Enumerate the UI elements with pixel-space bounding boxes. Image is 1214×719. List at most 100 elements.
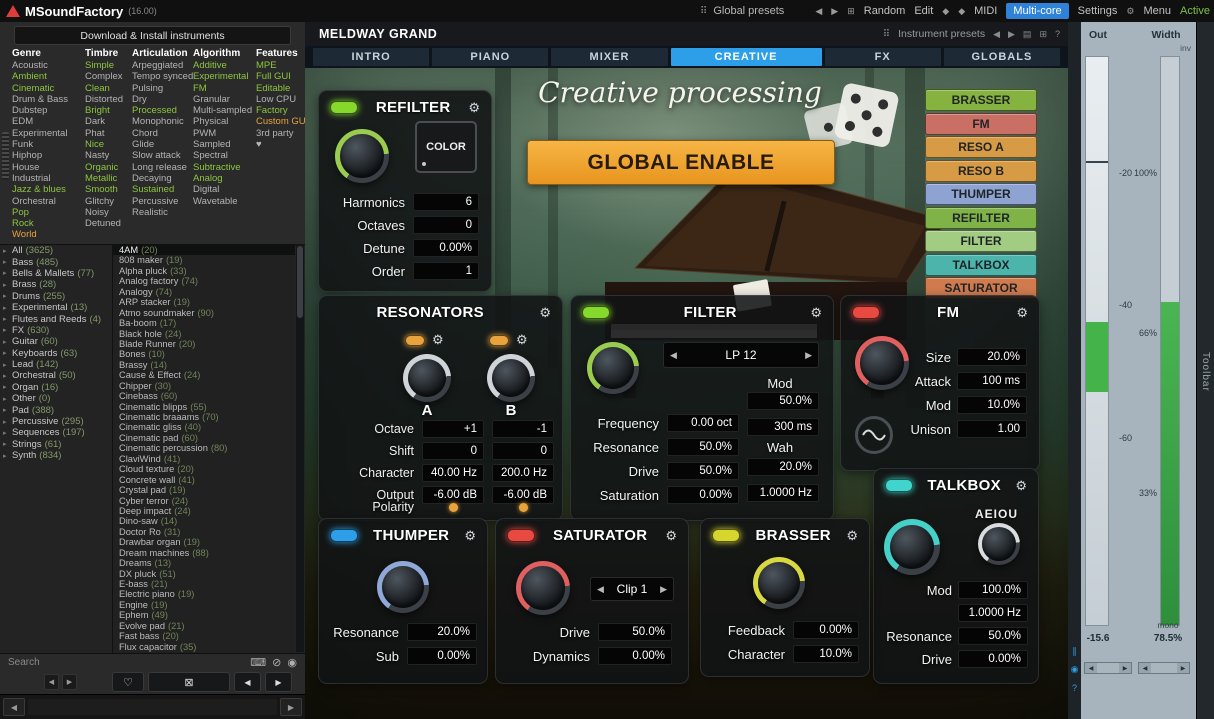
tag-item[interactable]: Experimental — [12, 128, 82, 139]
preset-list-item[interactable]: Cinematic percussion (80) — [113, 443, 295, 453]
tree-item[interactable]: ▸ Drums (255) — [0, 291, 112, 302]
module-select-button[interactable]: RESO B — [925, 160, 1037, 182]
tag-item[interactable]: Complex — [85, 71, 129, 82]
module-select-button[interactable]: FILTER — [925, 230, 1037, 252]
preset-list-item[interactable]: Cinematic gliss (40) — [113, 422, 295, 432]
param-value[interactable]: 0.00% — [407, 647, 477, 665]
tag-item[interactable]: World — [12, 229, 82, 240]
circle-dot-icon[interactable]: ◉ — [1068, 664, 1081, 675]
instrument-presets-button[interactable]: Instrument presets — [898, 28, 985, 40]
tree-expander-icon[interactable]: ▸ — [3, 361, 12, 369]
polarity-a-dot[interactable] — [449, 503, 458, 512]
tag-item[interactable]: PWM — [193, 128, 253, 139]
filter-frequency-knob[interactable] — [587, 342, 639, 394]
tree-item[interactable]: ▸ FX (630) — [0, 325, 112, 336]
tag-item[interactable]: Sampled — [193, 139, 253, 150]
panel-icon[interactable]: ▤ — [1023, 29, 1032, 40]
preset-list-item[interactable]: Dreams (13) — [113, 558, 295, 568]
next-preset-button[interactable]: ▶ — [1008, 29, 1015, 40]
scroll-track[interactable] — [28, 699, 277, 715]
param-value-a[interactable]: 40.00 Hz — [422, 464, 484, 482]
tag-item[interactable]: Slow attack — [132, 150, 190, 161]
tag-item[interactable]: Orchestral — [12, 196, 82, 207]
tag-item[interactable]: House — [12, 162, 82, 173]
param-value[interactable]: 50.0% — [667, 438, 739, 456]
next-shape-icon[interactable]: ▶ — [660, 584, 667, 595]
tag-item[interactable]: Smooth — [85, 184, 129, 195]
resonator-b-knob[interactable] — [487, 354, 535, 402]
tab[interactable]: PIANO — [432, 48, 548, 66]
redo-icon[interactable]: ▶ — [831, 6, 838, 17]
param-value[interactable]: 50.0% — [667, 462, 739, 480]
talkbox-enable-led[interactable] — [885, 479, 913, 492]
heart-icon[interactable]: ♥ — [256, 139, 300, 150]
tag-item[interactable]: Full GUI — [256, 71, 300, 82]
param-value-a[interactable]: 0 — [422, 442, 484, 460]
tag-item[interactable]: Arpeggiated — [132, 60, 190, 71]
param-value[interactable]: 20.0% — [407, 623, 477, 641]
tag-item[interactable]: Decaying — [132, 173, 190, 184]
tag-item[interactable]: Dubstep — [12, 105, 82, 116]
preset-list-item[interactable]: Flux capacitor (35) — [113, 642, 295, 652]
tree-expander-icon[interactable]: ▸ — [3, 292, 12, 300]
tag-item[interactable]: Detuned — [85, 218, 129, 229]
filter-wah-rate[interactable]: 1.0000 Hz — [747, 484, 819, 502]
preset-list-item[interactable]: Bones (10) — [113, 349, 295, 359]
gear-icon[interactable]: ⚙ — [1126, 6, 1134, 17]
diamond2-icon[interactable]: ◆ — [958, 6, 965, 17]
tree-next-button[interactable]: ▶ — [62, 674, 77, 690]
tree-expander-icon[interactable]: ▸ — [3, 440, 12, 448]
tag-item[interactable]: Rock — [12, 218, 82, 229]
param-value[interactable]: 10.0% — [793, 645, 859, 663]
param-value-b[interactable]: 0 — [492, 442, 554, 460]
out-level-meter[interactable] — [1085, 56, 1109, 626]
param-value[interactable]: 0.00% — [793, 621, 859, 639]
tag-item[interactable]: Pulsing — [132, 83, 190, 94]
tree-expander-icon[interactable]: ▸ — [3, 326, 12, 334]
preset-list-item[interactable]: Ba-boom (17) — [113, 318, 295, 328]
polarity-b-dot[interactable] — [519, 503, 528, 512]
tree-expander-icon[interactable]: ▸ — [3, 258, 12, 266]
scroll-track[interactable] — [1151, 663, 1177, 673]
tab[interactable]: MIXER — [551, 48, 667, 66]
close-panel-button[interactable]: ⊠ — [148, 672, 230, 692]
scroll-track[interactable] — [1097, 663, 1119, 673]
tree-item[interactable]: ▸ Other (0) — [0, 393, 112, 404]
preset-list-item[interactable]: Deep impact (24) — [113, 506, 295, 516]
prev-type-icon[interactable]: ◀ — [670, 350, 677, 361]
scroll-left-icon[interactable]: ◀ — [1139, 663, 1151, 673]
preset-list-item[interactable]: Blade Runner (20) — [113, 339, 295, 349]
tree-item[interactable]: ▸ Bass (485) — [0, 256, 112, 267]
tag-item[interactable]: Sustained — [132, 184, 190, 195]
search-field-line[interactable] — [46, 662, 245, 663]
preset-list-item[interactable]: Electric piano (19) — [113, 589, 295, 599]
tag-item[interactable]: Spectral — [193, 150, 253, 161]
scroll-left-button[interactable]: ◀ — [3, 698, 25, 716]
preset-list-item[interactable]: Crystal pad (19) — [113, 485, 295, 495]
prev-preset-button[interactable]: ◀ — [234, 672, 261, 692]
tree-expander-icon[interactable]: ▸ — [3, 429, 12, 437]
param-value[interactable]: 100.0% — [958, 581, 1028, 599]
tree-item[interactable]: ▸ Lead (142) — [0, 359, 112, 370]
gear-icon[interactable]: ⚙ — [1016, 305, 1028, 321]
melda-logo-icon[interactable] — [6, 5, 20, 17]
param-value[interactable]: 6 — [413, 193, 479, 211]
grid-icon[interactable]: ⊞ — [1039, 29, 1047, 40]
tag-item[interactable]: MPE — [256, 60, 300, 71]
tree-expander-icon[interactable]: ▸ — [3, 418, 12, 426]
menu-button[interactable]: Menu — [1144, 5, 1172, 17]
param-value[interactable]: 1.00 — [957, 420, 1027, 438]
out-meter-scrollbar[interactable]: ◀ ▶ — [1084, 662, 1132, 674]
preset-list-item[interactable]: Brassy (14) — [113, 360, 295, 370]
circle-slash-icon[interactable]: ⊘ — [272, 656, 281, 669]
param-value[interactable]: 100 ms — [957, 372, 1027, 390]
tag-item[interactable]: Dry — [132, 94, 190, 105]
gear-icon[interactable]: ⚙ — [516, 332, 528, 348]
tree-expander-icon[interactable]: ▸ — [3, 349, 12, 357]
module-select-button[interactable]: REFILTER — [925, 207, 1037, 229]
tab[interactable]: FX — [825, 48, 941, 66]
param-value[interactable]: 20.0% — [957, 348, 1027, 366]
width-meter-scrollbar[interactable]: ◀ ▶ — [1138, 662, 1190, 674]
tag-item[interactable]: Acoustic — [12, 60, 82, 71]
color-button[interactable]: COLOR — [415, 121, 477, 173]
